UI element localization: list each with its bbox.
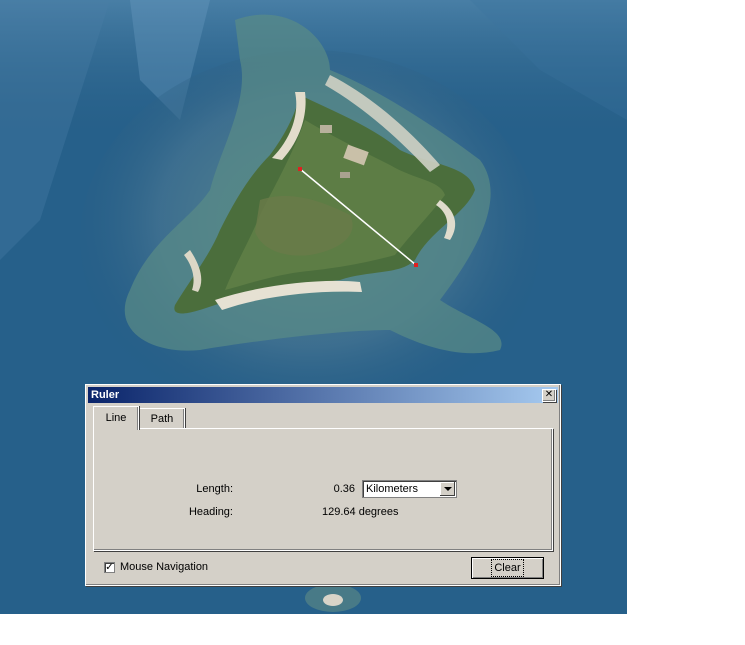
length-value: 0.36	[333, 483, 355, 495]
chevron-down-icon[interactable]	[439, 482, 455, 496]
tab-path-label: Path	[150, 413, 174, 425]
ruler-titlebar[interactable]: Ruler ✕	[88, 387, 558, 403]
tab-line[interactable]: Line	[93, 406, 139, 430]
checkmark-icon: ✓	[105, 562, 114, 573]
clear-button-label: Clear	[491, 559, 524, 577]
ruler-dialog: Ruler ✕ Line Path Length: 0.36 Kilometer…	[85, 384, 561, 586]
close-icon: ✕	[544, 389, 554, 400]
close-button[interactable]: ✕	[542, 389, 556, 402]
mouse-navigation-label[interactable]: Mouse Navigation	[120, 561, 208, 573]
ruler-end-point	[414, 263, 418, 267]
tab-path[interactable]: Path	[139, 408, 185, 428]
length-label: Length:	[196, 483, 233, 495]
ruler-start-point	[298, 167, 302, 171]
dialog-title: Ruler	[91, 389, 120, 401]
heading-label: Heading:	[188, 506, 233, 518]
heading-value: 129.64 degrees	[322, 506, 399, 518]
line-tab-panel: Length: 0.36 Kilometers Heading: 129.64 …	[93, 428, 553, 551]
clear-button[interactable]: Clear	[471, 557, 544, 579]
units-selected-value: Kilometers	[366, 483, 418, 495]
mouse-navigation-checkbox[interactable]: ✓	[104, 562, 115, 573]
tab-line-label: Line	[105, 412, 127, 424]
units-dropdown[interactable]: Kilometers	[362, 480, 457, 498]
